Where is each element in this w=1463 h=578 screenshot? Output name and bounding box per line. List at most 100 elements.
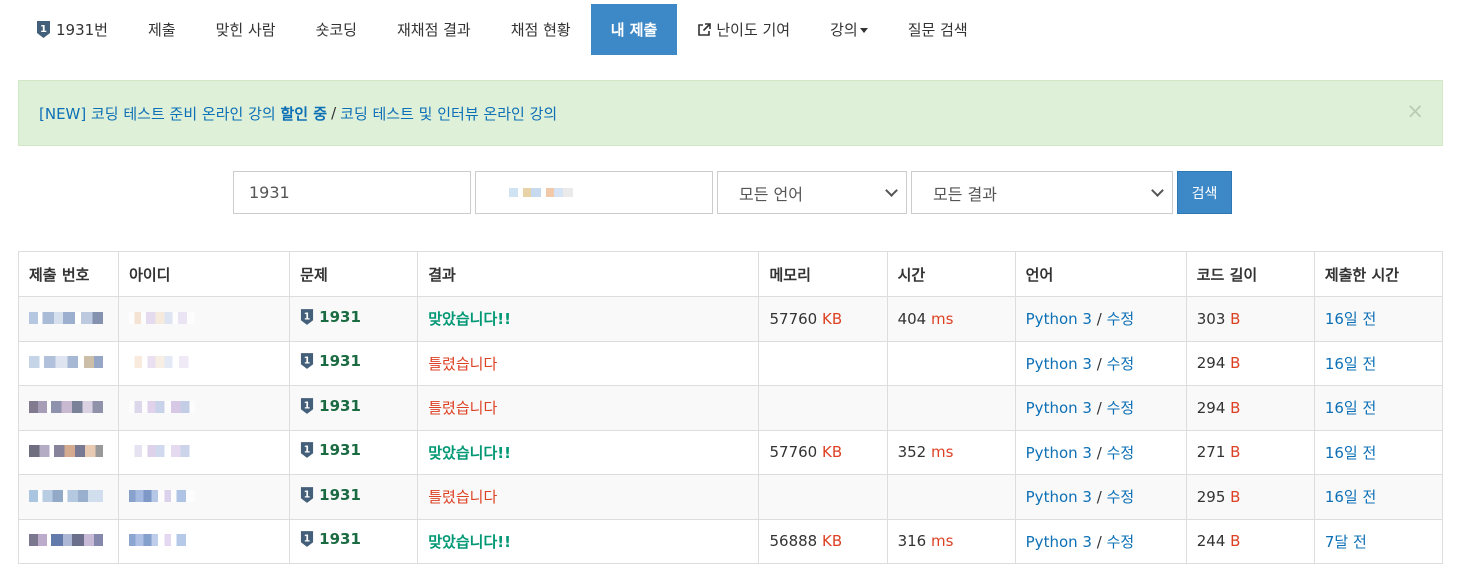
problem-link[interactable]: 1 1931: [300, 308, 361, 326]
source-link[interactable]: Python 3: [1026, 310, 1092, 328]
code-length-value: 303: [1196, 309, 1226, 328]
submitted-time-link[interactable]: 16일 전: [1325, 355, 1376, 373]
source-link[interactable]: Python 3: [1026, 488, 1092, 506]
problem-link[interactable]: 1 1931: [300, 397, 361, 415]
table-row: 1 1931 맞았습니다!! 57760 KB 404 ms Python 3 / 수정 3…: [17, 296, 1444, 342]
user-id-cell[interactable]: [118, 385, 291, 431]
col-header-problem[interactable]: 문제: [289, 251, 419, 297]
col-header-language[interactable]: 언어: [1014, 251, 1187, 297]
external-link-icon: [697, 22, 712, 37]
svg-text:1: 1: [304, 356, 311, 367]
submission-id-cell[interactable]: [17, 296, 120, 342]
tab-label: 숏코딩: [315, 21, 357, 39]
problem-link[interactable]: 1 1931: [300, 530, 361, 548]
code-length-value: 294: [1196, 354, 1226, 373]
submissions-table: 제출 번호 아이디 문제 결과 메모리 시간 언어 코드 길이 제출한 시간 1…: [17, 251, 1444, 564]
source-link[interactable]: Python 3: [1026, 533, 1092, 551]
promo-link[interactable]: [NEW] 코딩 테스트 준비 온라인 강의 할인 중: [39, 103, 327, 124]
tab-question-search[interactable]: 질문 검색: [888, 4, 988, 55]
edit-link[interactable]: 수정: [1107, 399, 1135, 417]
problem-link[interactable]: 1 1931: [300, 486, 361, 504]
redacted-submission-id: [29, 489, 103, 502]
user-id-cell[interactable]: [118, 518, 291, 564]
col-header-submitted-time[interactable]: 제출한 시간: [1313, 251, 1444, 297]
col-header-code-length[interactable]: 코드 길이: [1185, 251, 1315, 297]
user-id-cell[interactable]: [118, 340, 291, 386]
edit-link[interactable]: 수정: [1107, 310, 1135, 328]
submitted-time-link[interactable]: 16일 전: [1325, 310, 1376, 328]
language-separator: /: [1096, 532, 1102, 551]
submitted-time-link[interactable]: 16일 전: [1325, 399, 1376, 417]
source-link[interactable]: Python 3: [1026, 355, 1092, 373]
tab-lectures-dropdown[interactable]: 강의: [810, 4, 888, 55]
memory-cell: 56888 KB: [758, 518, 888, 564]
language-cell: Python 3 / 수정: [1014, 340, 1187, 386]
search-button[interactable]: 검색: [1177, 171, 1232, 214]
user-id-cell[interactable]: [118, 296, 291, 342]
table-row: 1 1931 틀렸습니다 Python 3 / 수정 294 B 16일 전: [17, 340, 1444, 386]
language-cell: Python 3 / 수정: [1014, 429, 1187, 475]
tab-my-submissions[interactable]: 내 제출: [590, 4, 678, 55]
col-header-result[interactable]: 결과: [417, 251, 760, 297]
source-link[interactable]: Python 3: [1026, 399, 1092, 417]
promo-text: [NEW] 코딩 테스트 준비 온라인 강의: [39, 104, 281, 123]
time-cell: 352 ms: [886, 429, 1016, 475]
submission-id-cell[interactable]: [17, 474, 120, 520]
problem-id-input[interactable]: 1931: [233, 171, 471, 214]
memory-unit: KB: [821, 532, 843, 551]
tab-problem[interactable]: 1 1931번: [18, 4, 128, 55]
time-unit: ms: [930, 532, 954, 551]
submitted-time-link[interactable]: 16일 전: [1325, 488, 1376, 506]
tab-rejudge-results[interactable]: 재채점 결과: [377, 4, 491, 55]
redacted-submission-id: [29, 356, 103, 369]
time-cell: 316 ms: [886, 518, 1016, 564]
code-length-cell: 271 B: [1185, 429, 1315, 475]
close-icon[interactable]: ×: [1406, 101, 1424, 122]
source-link[interactable]: Python 3: [1026, 444, 1092, 462]
language-select[interactable]: 모든 언어: [717, 171, 907, 214]
table-header-row: 제출 번호 아이디 문제 결과 메모리 시간 언어 코드 길이 제출한 시간: [17, 251, 1444, 297]
edit-link[interactable]: 수정: [1107, 355, 1135, 373]
code-length-unit: B: [1230, 443, 1241, 462]
time-value: 352: [897, 443, 927, 462]
problem-cell[interactable]: 1 1931: [289, 474, 419, 520]
memory-unit: KB: [821, 309, 843, 328]
submitted-time-cell: 16일 전: [1313, 340, 1444, 386]
submitted-time-link[interactable]: 7달 전: [1325, 533, 1367, 551]
tab-status[interactable]: 채점 현황: [491, 4, 591, 55]
col-header-submission-id[interactable]: 제출 번호: [17, 251, 120, 297]
code-length-unit: B: [1230, 398, 1241, 417]
submission-id-cell[interactable]: [17, 429, 120, 475]
col-header-memory[interactable]: 메모리: [758, 251, 888, 297]
edit-link[interactable]: 수정: [1107, 444, 1135, 462]
edit-link[interactable]: 수정: [1107, 533, 1135, 551]
language-separator: /: [1096, 399, 1102, 418]
tier-badge-icon: 1: [300, 530, 314, 548]
problem-cell[interactable]: 1 1931: [289, 296, 419, 342]
col-header-user-id[interactable]: 아이디: [118, 251, 291, 297]
problem-cell[interactable]: 1 1931: [289, 340, 419, 386]
user-id-cell[interactable]: [118, 474, 291, 520]
tab-submit[interactable]: 제출: [128, 4, 196, 55]
interview-link[interactable]: 코딩 테스트 및 인터뷰 온라인 강의: [340, 103, 557, 124]
problem-link[interactable]: 1 1931: [300, 441, 361, 459]
problem-cell[interactable]: 1 1931: [289, 385, 419, 431]
problem-link[interactable]: 1 1931: [300, 352, 361, 370]
code-length-cell: 303 B: [1185, 296, 1315, 342]
user-id-cell[interactable]: [118, 429, 291, 475]
user-id-input[interactable]: [475, 171, 713, 214]
tab-solvers[interactable]: 맞힌 사람: [196, 4, 296, 55]
code-length-cell: 295 B: [1185, 474, 1315, 520]
tab-short-coding[interactable]: 숏코딩: [296, 4, 377, 55]
result-select[interactable]: 모든 결과: [911, 171, 1173, 214]
submission-id-cell[interactable]: [17, 518, 120, 564]
edit-link[interactable]: 수정: [1107, 488, 1135, 506]
submission-id-cell[interactable]: [17, 340, 120, 386]
problem-cell[interactable]: 1 1931: [289, 518, 419, 564]
submission-id-cell[interactable]: [17, 385, 120, 431]
col-header-time[interactable]: 시간: [886, 251, 1016, 297]
submitted-time-link[interactable]: 16일 전: [1325, 444, 1376, 462]
problem-cell[interactable]: 1 1931: [289, 429, 419, 475]
tab-difficulty-contribution[interactable]: 난이도 기여: [677, 4, 810, 55]
problem-id: 1931: [319, 485, 361, 504]
